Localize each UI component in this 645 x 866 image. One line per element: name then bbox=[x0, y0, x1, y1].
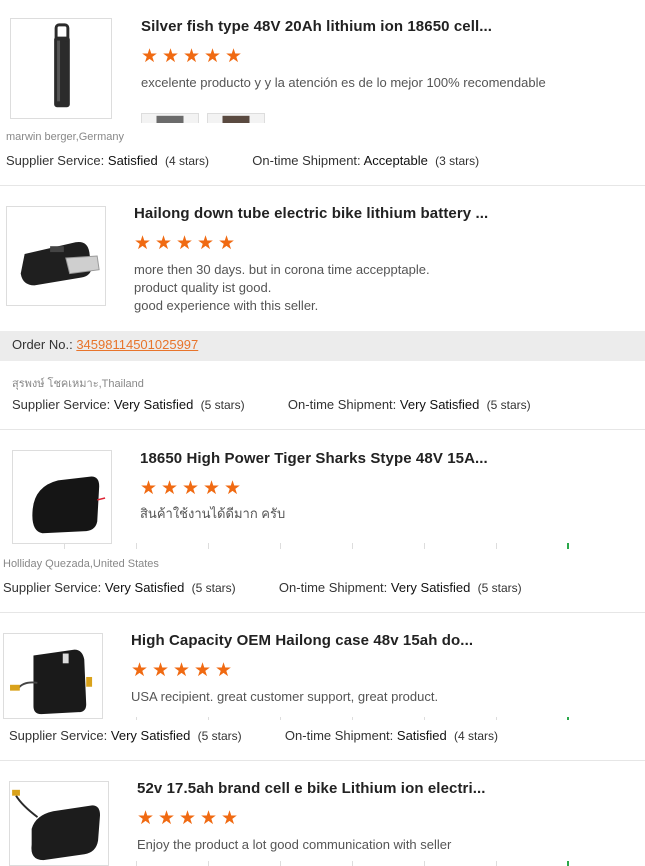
shipment-stars: (3 stars) bbox=[435, 154, 480, 168]
star-icon: ★ bbox=[158, 808, 176, 829]
order-info: Order No.: 34598114501025997 bbox=[0, 331, 645, 361]
supplier-service-value: Very Satisfied bbox=[110, 728, 191, 743]
review-comment: excelente producto y y la atención es de… bbox=[141, 75, 546, 90]
star-icon: ★ bbox=[203, 478, 221, 499]
product-title[interactable]: Silver fish type 48V 20Ah lithium ion 18… bbox=[141, 18, 492, 35]
star-icon: ★ bbox=[200, 808, 218, 829]
star-icon: ★ bbox=[134, 233, 152, 254]
review-card: Hailong down tube electric bike lithium … bbox=[0, 186, 645, 430]
battery-image bbox=[10, 649, 93, 715]
shipment-value: Acceptable bbox=[363, 153, 428, 168]
battery-image bbox=[32, 476, 106, 534]
service-ratings: Supplier Service: Very Satisfied (5 star… bbox=[3, 580, 522, 595]
supplier-service-label: Supplier Service: bbox=[3, 580, 102, 595]
supplier-service-label: Supplier Service: bbox=[12, 397, 111, 412]
service-ratings: Supplier Service: Very Satisfied (5 star… bbox=[12, 397, 531, 412]
reviewer-name: สุรพงษ์ โชคเหมาะ,Thailand bbox=[12, 378, 144, 390]
service-ratings: Supplier Service: Satisfied (4 stars) On… bbox=[6, 153, 479, 168]
star-icon: ★ bbox=[179, 808, 197, 829]
order-label: Order No.: bbox=[12, 337, 73, 352]
star-icon: ★ bbox=[162, 46, 180, 67]
rating-stars: ★ ★ ★ ★ ★ bbox=[141, 46, 243, 67]
photo-strip-edge bbox=[0, 861, 645, 866]
star-icon: ★ bbox=[183, 46, 201, 67]
supplier-service-stars: (5 stars) bbox=[191, 581, 236, 595]
supplier-service-value: Satisfied bbox=[107, 153, 158, 168]
rating-stars: ★ ★ ★ ★ ★ bbox=[131, 660, 233, 681]
star-icon: ★ bbox=[194, 660, 212, 681]
shipment-label: On-time Shipment: bbox=[278, 580, 388, 595]
supplier-service-label: Supplier Service: bbox=[9, 728, 108, 743]
review-comment: USA recipient. great customer support, g… bbox=[131, 689, 439, 704]
supplier-service-stars: (4 stars) bbox=[165, 154, 210, 168]
shipment-label: On-time Shipment: bbox=[284, 728, 394, 743]
star-icon: ★ bbox=[137, 808, 155, 829]
review-card: High Capacity OEM Hailong case 48v 15ah … bbox=[0, 613, 645, 761]
product-title[interactable]: 52v 17.5ah brand cell e bike Lithium ion… bbox=[137, 780, 486, 797]
review-comment: Enjoy the product a lot good communicati… bbox=[137, 837, 452, 852]
supplier-service-stars: (5 stars) bbox=[200, 398, 245, 412]
review-photo[interactable] bbox=[141, 113, 199, 123]
star-icon: ★ bbox=[161, 478, 179, 499]
star-icon: ★ bbox=[224, 478, 242, 499]
battery-image bbox=[54, 23, 70, 108]
supplier-service-label: Supplier Service: bbox=[6, 153, 105, 168]
reviewer-name: Holliday Quezada,United States bbox=[3, 558, 159, 570]
shipment-label: On-time Shipment: bbox=[287, 397, 397, 412]
product-thumbnail[interactable] bbox=[12, 450, 112, 544]
product-thumbnail[interactable] bbox=[6, 206, 106, 306]
star-icon: ★ bbox=[141, 46, 159, 67]
shipment-value: Satisfied bbox=[396, 728, 447, 743]
shipment-value: Very Satisfied bbox=[399, 397, 480, 412]
battery-image bbox=[12, 789, 101, 861]
review-comment: สินค้าใช้งานได้ดีมาก ครับ bbox=[140, 506, 286, 521]
star-icon: ★ bbox=[225, 46, 243, 67]
review-comment-line: good experience with this seller. bbox=[134, 298, 319, 313]
order-number-link[interactable]: 34598114501025997 bbox=[76, 337, 198, 352]
supplier-service-stars: (5 stars) bbox=[197, 729, 242, 743]
reviewer-name: marwin berger,Germany bbox=[6, 131, 124, 143]
service-ratings: Supplier Service: Very Satisfied (5 star… bbox=[9, 728, 498, 743]
battery-image bbox=[20, 242, 100, 286]
star-icon: ★ bbox=[155, 233, 173, 254]
star-icon: ★ bbox=[221, 808, 239, 829]
star-icon: ★ bbox=[182, 478, 200, 499]
star-icon: ★ bbox=[204, 46, 222, 67]
star-icon: ★ bbox=[173, 660, 191, 681]
review-card: 52v 17.5ah brand cell e bike Lithium ion… bbox=[0, 761, 645, 866]
star-icon: ★ bbox=[131, 660, 149, 681]
review-card: 18650 High Power Tiger Sharks Stype 48V … bbox=[0, 430, 645, 613]
star-icon: ★ bbox=[215, 660, 233, 681]
star-icon: ★ bbox=[140, 478, 158, 499]
rating-stars: ★ ★ ★ ★ ★ bbox=[134, 233, 236, 254]
review-comment-line: more then 30 days. but in corona time ac… bbox=[134, 262, 430, 277]
star-icon: ★ bbox=[197, 233, 215, 254]
supplier-service-value: Very Satisfied bbox=[113, 397, 194, 412]
product-title[interactable]: High Capacity OEM Hailong case 48v 15ah … bbox=[131, 632, 473, 649]
star-icon: ★ bbox=[218, 233, 236, 254]
star-icon: ★ bbox=[176, 233, 194, 254]
shipment-value: Very Satisfied bbox=[390, 580, 471, 595]
review-photo[interactable] bbox=[207, 113, 265, 123]
rating-stars: ★ ★ ★ ★ ★ bbox=[137, 808, 239, 829]
product-thumbnail[interactable] bbox=[3, 633, 103, 719]
product-thumbnail[interactable] bbox=[10, 18, 112, 119]
product-thumbnail[interactable] bbox=[9, 781, 109, 866]
review-comment: more then 30 days. but in corona time ac… bbox=[134, 261, 430, 315]
review-comment-line: product quality ist good. bbox=[134, 280, 272, 295]
product-title[interactable]: 18650 High Power Tiger Sharks Stype 48V … bbox=[140, 450, 488, 467]
photo-strip-edge bbox=[0, 543, 645, 549]
review-photos bbox=[141, 113, 265, 123]
photo-strip-edge bbox=[0, 717, 645, 720]
rating-stars: ★ ★ ★ ★ ★ bbox=[140, 478, 242, 499]
shipment-stars: (5 stars) bbox=[477, 581, 522, 595]
star-icon: ★ bbox=[152, 660, 170, 681]
shipment-stars: (4 stars) bbox=[454, 729, 499, 743]
review-card: Silver fish type 48V 20Ah lithium ion 18… bbox=[0, 0, 645, 186]
supplier-service-value: Very Satisfied bbox=[104, 580, 185, 595]
shipment-label: On-time Shipment: bbox=[252, 153, 361, 168]
product-title[interactable]: Hailong down tube electric bike lithium … bbox=[134, 205, 488, 222]
shipment-stars: (5 stars) bbox=[486, 398, 531, 412]
